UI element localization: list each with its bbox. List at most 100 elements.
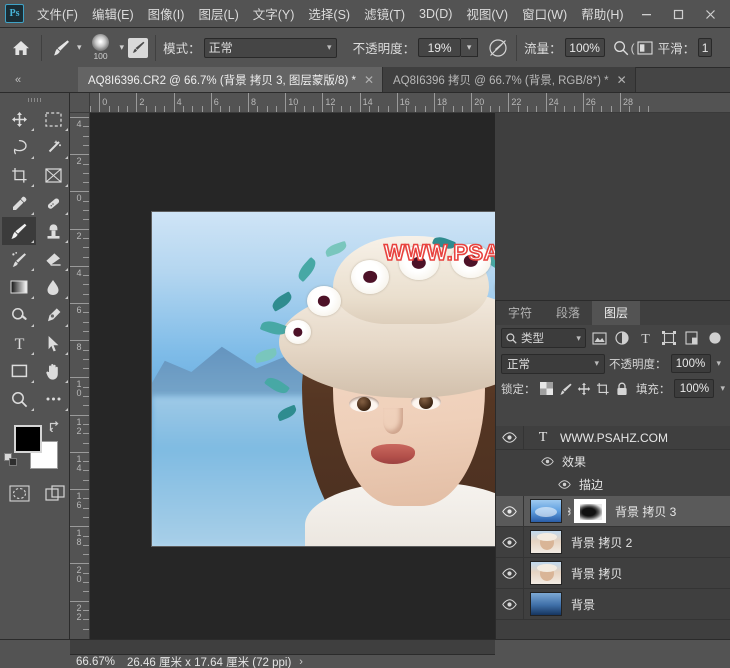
filter-toggle-icon[interactable] — [705, 328, 725, 348]
eraser-tool[interactable] — [36, 245, 70, 273]
shape-filter-icon[interactable] — [658, 328, 678, 348]
brush-size-preview[interactable]: 100 — [86, 31, 116, 65]
vertical-ruler[interactable]: 420246810121416182022 — [70, 113, 90, 639]
pen-tool[interactable] — [36, 301, 70, 329]
menu-help[interactable]: 帮助(H) — [574, 0, 630, 27]
close-button[interactable] — [694, 3, 726, 25]
layer-effects-group[interactable]: 效果 — [496, 450, 730, 473]
marquee-tool[interactable] — [36, 105, 70, 133]
menu-3d[interactable]: 3D(D) — [412, 3, 459, 25]
type-filter-icon[interactable]: T — [635, 328, 655, 348]
opacity-chevron-down-icon[interactable]: ▾ — [461, 38, 479, 57]
document-tab-1-close-icon[interactable]: ✕ — [364, 73, 374, 87]
history-brush-tool[interactable] — [2, 245, 36, 273]
opacity-chevron-down-icon[interactable]: ▾ — [715, 358, 722, 369]
layer-visibility-toggle[interactable] — [496, 588, 524, 620]
document-tab-1[interactable]: AQ8I6396.CR2 @ 66.7% (背景 拷贝 3, 图层蒙版/8) *… — [78, 67, 384, 92]
mask-link-icon[interactable] — [562, 505, 574, 518]
more-tools-icon[interactable] — [36, 385, 70, 413]
layer-mask-thumbnail[interactable] — [574, 499, 606, 523]
layer-row[interactable]: 背景 拷贝 2 — [496, 526, 730, 558]
healing-brush-tool[interactable] — [36, 189, 70, 217]
layer-row[interactable]: 背景 拷贝 — [496, 557, 730, 589]
move-tool[interactable] — [2, 105, 36, 133]
lock-position-icon[interactable] — [577, 379, 592, 398]
blur-tool[interactable] — [36, 273, 70, 301]
lock-transparent-pixels-icon[interactable] — [540, 379, 555, 398]
layer-effect-stroke[interactable]: 描边 — [496, 473, 730, 496]
layer-filter-kind-select[interactable]: 类型 ▾ — [501, 328, 586, 348]
smoothing-search-icon[interactable] — [613, 40, 629, 56]
menu-type[interactable]: 文字(Y) — [246, 0, 302, 27]
pixel-filter-icon[interactable] — [589, 328, 609, 348]
smart-object-filter-icon[interactable] — [682, 328, 702, 348]
lock-all-icon[interactable] — [614, 379, 629, 398]
symmetry-icon[interactable] — [637, 40, 653, 55]
layer-visibility-toggle[interactable] — [496, 557, 524, 589]
document-tab-2-close-icon[interactable]: ✕ — [617, 73, 627, 87]
menu-window[interactable]: 窗口(W) — [515, 0, 574, 27]
layer-blend-mode-select[interactable]: 正常 ▾ — [501, 353, 605, 374]
tab-paragraph[interactable]: 段落 — [544, 301, 592, 325]
fill-chevron-down-icon[interactable]: ▾ — [718, 383, 725, 394]
menu-filter[interactable]: 滤镜(T) — [357, 0, 412, 27]
menu-layer[interactable]: 图层(L) — [191, 0, 245, 27]
lock-image-pixels-icon[interactable] — [558, 379, 573, 398]
maximize-button[interactable] — [662, 3, 694, 25]
flow-value[interactable]: 100% — [564, 38, 605, 57]
layer-thumbnail[interactable] — [530, 530, 562, 554]
brush-settings-chevron-down-icon[interactable]: ▾ — [116, 42, 129, 53]
brush-tool[interactable] — [2, 217, 36, 245]
artboard[interactable]: WWW.PSAHZ.COM — [152, 212, 495, 546]
menu-select[interactable]: 选择(S) — [301, 0, 357, 27]
layer-opacity-value[interactable]: 100% — [670, 354, 711, 373]
layer-thumbnail[interactable] — [530, 561, 562, 585]
layer-thumbnail[interactable] — [530, 592, 562, 616]
default-colors-icon[interactable] — [4, 453, 17, 466]
layer-visibility-toggle[interactable] — [496, 425, 524, 450]
minimize-button[interactable] — [630, 3, 662, 25]
menu-edit[interactable]: 编辑(E) — [85, 0, 141, 27]
gradient-tool[interactable] — [2, 273, 36, 301]
eyedropper-tool[interactable] — [2, 189, 36, 217]
lasso-tool[interactable] — [2, 133, 36, 161]
shape-tool[interactable] — [2, 357, 36, 385]
tab-layers[interactable]: 图层 — [592, 301, 641, 325]
dodge-tool[interactable] — [2, 301, 36, 329]
layer-row-text[interactable]: T WWW.PSAHZ.COM — [496, 425, 730, 450]
crop-tool[interactable] — [2, 161, 36, 189]
foreground-color-swatch[interactable] — [14, 425, 42, 453]
hand-tool[interactable] — [36, 357, 70, 385]
adjustment-filter-icon[interactable] — [612, 328, 632, 348]
airbrush-icon[interactable] — [487, 37, 509, 59]
zoom-tool[interactable] — [2, 385, 36, 413]
status-expand-icon[interactable]: › — [291, 656, 303, 668]
brush-preset-chevron-down-icon[interactable]: ▾ — [73, 42, 86, 53]
horizontal-scrollbar[interactable] — [70, 640, 495, 655]
layer-row[interactable]: 背景 — [496, 588, 730, 620]
layer-fill-value[interactable]: 100% — [674, 379, 715, 398]
tab-character[interactable]: 字符 — [496, 301, 544, 325]
brush-panel-icon[interactable] — [128, 37, 149, 58]
ruler-corner[interactable] — [70, 93, 90, 113]
layer-visibility-toggle[interactable] — [496, 526, 524, 558]
collapse-panel-icon[interactable]: « — [0, 67, 36, 92]
path-selection-tool[interactable] — [36, 329, 70, 357]
brush-icon[interactable] — [49, 36, 73, 60]
frame-tool[interactable] — [36, 161, 70, 189]
menu-view[interactable]: 视图(V) — [459, 0, 515, 27]
layer-visibility-toggle[interactable] — [496, 495, 524, 527]
lock-artboard-nesting-icon[interactable] — [596, 379, 611, 398]
quick-mask-icon[interactable] — [6, 481, 32, 505]
magic-wand-tool[interactable] — [36, 133, 70, 161]
smoothing-value[interactable]: 1 — [698, 38, 713, 57]
blend-mode-select[interactable]: 正常 ▾ — [203, 37, 337, 58]
screen-mode-icon[interactable] — [42, 481, 68, 505]
horizontal-ruler[interactable]: 20246810121416182022242628 — [90, 93, 730, 113]
menu-file[interactable]: 文件(F) — [30, 0, 85, 27]
layer-thumbnail[interactable] — [530, 499, 562, 523]
canvas-area[interactable]: WWW.PSAHZ.COM — [90, 113, 495, 639]
opacity-value[interactable]: 19% — [418, 38, 462, 57]
type-tool[interactable]: T — [2, 329, 36, 357]
zoom-level[interactable]: 66.67% — [70, 656, 115, 668]
